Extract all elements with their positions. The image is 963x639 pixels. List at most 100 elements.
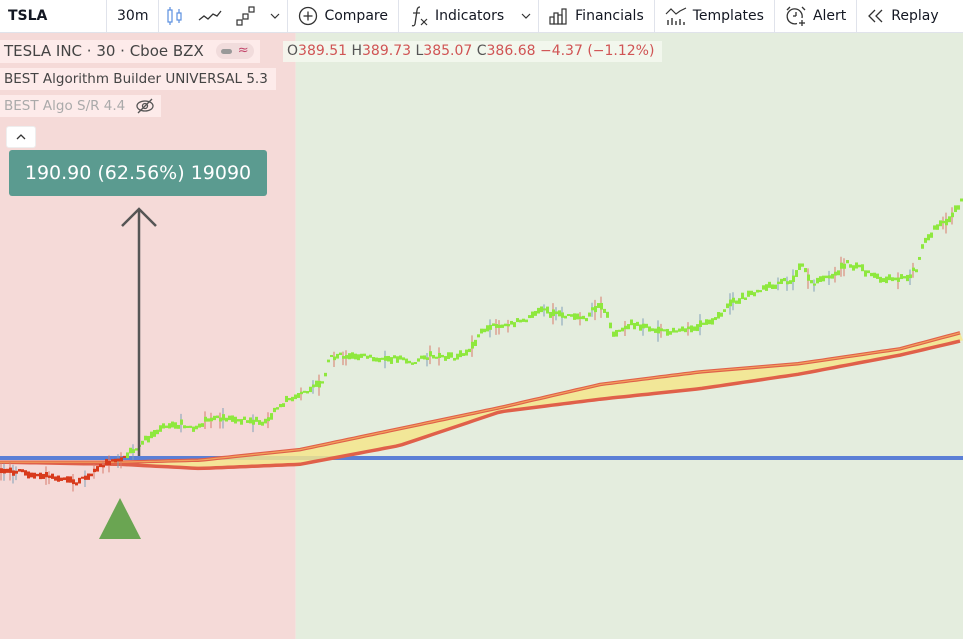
bull-candle xyxy=(492,323,495,326)
bull-candle xyxy=(603,308,606,313)
bull-candle xyxy=(552,309,555,317)
bear-candle xyxy=(24,470,27,476)
bull-candle xyxy=(342,356,345,359)
function-icon xyxy=(411,6,428,27)
bull-candle xyxy=(348,353,351,360)
bull-candle xyxy=(246,420,249,423)
bull-candle xyxy=(522,318,525,322)
bull-candle xyxy=(294,394,297,400)
interval-button[interactable]: 30m xyxy=(107,0,158,32)
close-value: 386.68 xyxy=(486,43,536,59)
high-value: 389.73 xyxy=(362,43,412,59)
bear-candle xyxy=(54,476,57,481)
bull-candle xyxy=(366,355,369,359)
bear-candle xyxy=(51,473,54,479)
bull-candle xyxy=(510,320,513,325)
bull-candle xyxy=(705,319,708,325)
bull-candle xyxy=(654,328,657,333)
bull-candle xyxy=(363,353,366,357)
bull-candle xyxy=(327,359,330,363)
bull-candle xyxy=(789,280,792,284)
step-style-button[interactable] xyxy=(229,0,263,32)
bull-candle xyxy=(858,264,861,268)
bull-candle xyxy=(609,322,612,329)
bear-candle xyxy=(105,458,108,466)
bull-candle xyxy=(339,352,342,356)
eye-crossed-icon[interactable] xyxy=(135,98,155,114)
bull-candle xyxy=(819,276,822,282)
bull-candle xyxy=(393,355,396,359)
bull-candle xyxy=(912,267,915,272)
indicators-button[interactable]: Indicators xyxy=(399,0,514,32)
bull-candle xyxy=(549,311,552,318)
measure-label: 190.90 (62.56%) 19090 xyxy=(9,150,267,196)
bull-candle xyxy=(387,355,390,362)
candles-style-button[interactable] xyxy=(159,0,191,32)
bull-candle xyxy=(288,398,291,401)
bull-candle xyxy=(561,312,564,318)
bull-candle xyxy=(312,384,315,388)
bull-candle xyxy=(378,357,381,363)
bull-candle xyxy=(525,319,528,323)
bull-candle xyxy=(534,310,537,316)
bull-candle xyxy=(471,341,474,349)
compare-button[interactable]: Compare xyxy=(288,0,398,32)
financials-button[interactable]: Financials xyxy=(539,0,654,32)
bull-candle xyxy=(345,355,348,359)
bear-candle xyxy=(39,472,42,480)
bear-candle xyxy=(87,473,90,480)
bull-candle xyxy=(918,256,921,260)
bull-candle xyxy=(540,306,543,313)
bull-candle xyxy=(945,218,948,226)
bull-candle xyxy=(468,348,471,353)
financials-label: Financials xyxy=(575,8,644,24)
templates-button[interactable]: Templates xyxy=(655,0,774,32)
bull-candle xyxy=(924,237,927,243)
line-style-button[interactable] xyxy=(191,0,229,32)
bull-candle xyxy=(417,358,420,362)
bull-candle xyxy=(624,325,627,330)
legend-pill[interactable]: ≈ xyxy=(215,43,254,59)
bear-candle xyxy=(90,473,93,477)
legend-title-row[interactable]: TESLA INC · 30 · Cboe BZX ≈ xyxy=(0,40,260,63)
bear-candle xyxy=(36,473,39,477)
bull-candle xyxy=(762,285,765,290)
chart-type-dropdown[interactable] xyxy=(263,0,287,32)
bull-candle xyxy=(309,386,312,393)
bear-candle xyxy=(60,477,63,481)
bull-candle xyxy=(462,353,465,356)
bull-candle xyxy=(738,298,741,304)
bull-candle xyxy=(936,224,939,230)
bull-candle xyxy=(663,329,666,332)
bull-candle xyxy=(894,277,897,281)
bull-candle xyxy=(798,263,801,270)
bear-candle xyxy=(102,465,105,468)
collapse-legend-button[interactable] xyxy=(6,126,36,148)
bull-candle xyxy=(303,390,306,393)
bear-candle xyxy=(123,455,126,458)
bear-candle xyxy=(33,472,36,479)
bull-candle xyxy=(243,416,246,420)
bull-candle xyxy=(687,326,690,330)
rewind-icon xyxy=(868,9,883,23)
bull-candle xyxy=(741,292,744,300)
chart-pane[interactable]: TESLA INC · 30 · Cboe BZX ≈ O389.51 H389… xyxy=(0,33,963,639)
bull-candle xyxy=(147,435,150,443)
bull-candle xyxy=(774,284,777,289)
bull-candle xyxy=(642,323,645,329)
bull-candle xyxy=(792,275,795,282)
replay-button[interactable]: Replay xyxy=(857,0,948,32)
indicator-row[interactable]: BEST Algo S/R 4.4 xyxy=(0,95,162,117)
candlestick-icon xyxy=(167,7,183,25)
alert-button[interactable]: Alert xyxy=(775,0,856,32)
bull-candle xyxy=(717,312,720,319)
bull-candle xyxy=(186,425,189,428)
indicator-row[interactable]: BEST Algorithm Builder UNIVERSAL 5.3 xyxy=(0,68,276,90)
bear-candle xyxy=(63,477,66,481)
symbol-search-button[interactable]: TSLA xyxy=(0,0,106,32)
indicators-dropdown[interactable] xyxy=(514,0,538,32)
price-chart[interactable] xyxy=(0,33,963,639)
bull-candle xyxy=(213,415,216,421)
bull-candle xyxy=(360,353,363,358)
step-chart-icon xyxy=(236,6,256,26)
